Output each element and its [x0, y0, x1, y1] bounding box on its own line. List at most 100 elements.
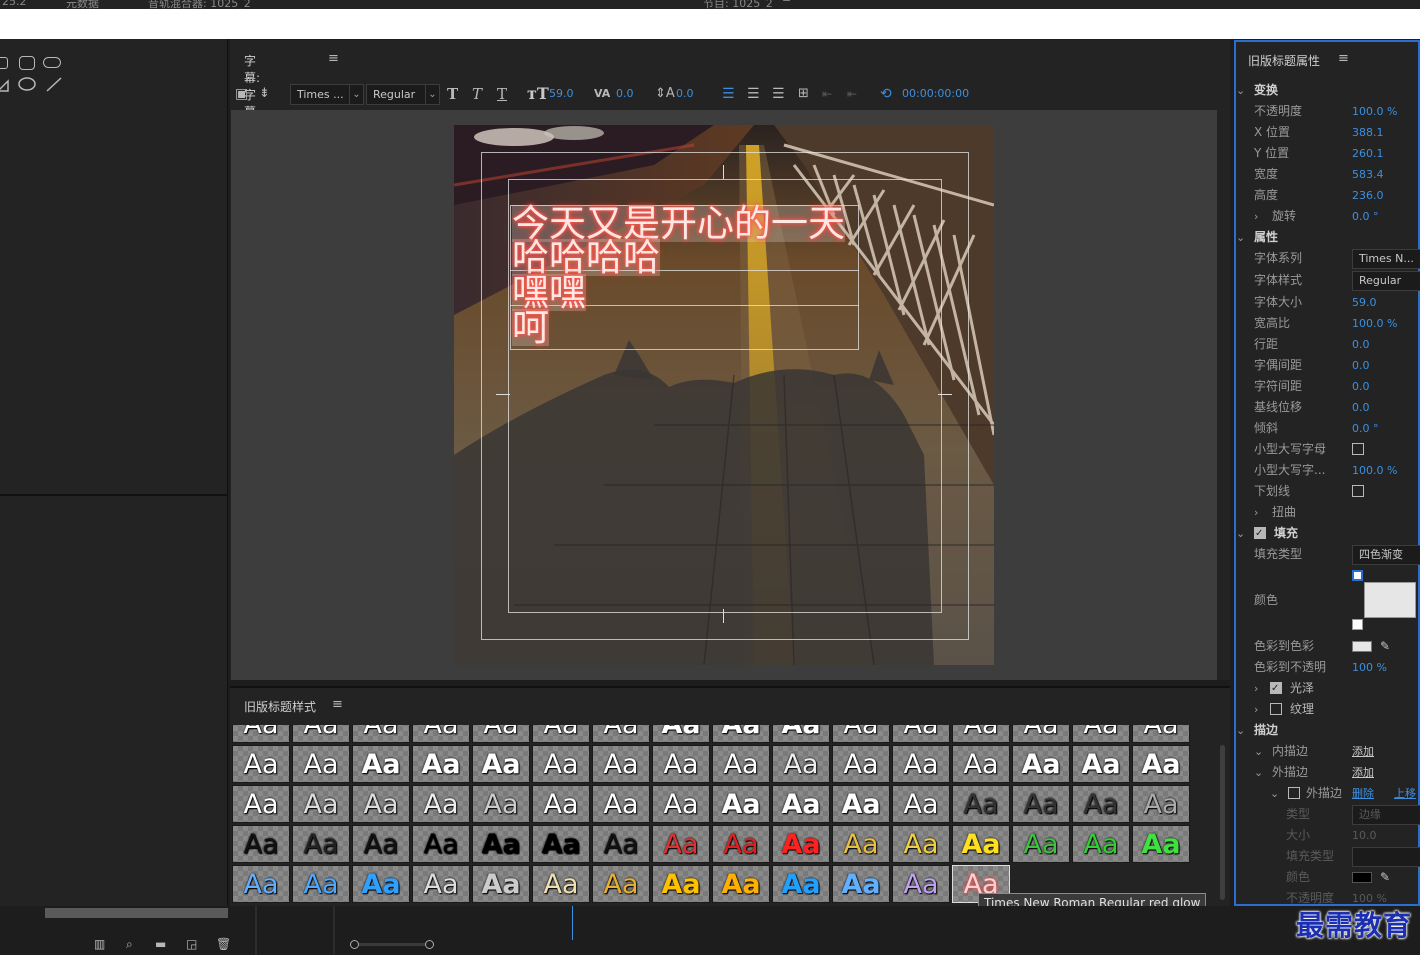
prop-value[interactable]: 260.1	[1352, 143, 1384, 164]
style-swatch[interactable]: Aa	[1132, 745, 1190, 783]
style-swatch[interactable]: Aa	[772, 785, 830, 823]
gradient-stop-top-left[interactable]	[1352, 570, 1363, 581]
style-swatch[interactable]: Aa	[952, 785, 1010, 823]
add-outer-stroke-link[interactable]: 添加	[1352, 762, 1374, 783]
style-swatch[interactable]: Aa	[592, 865, 650, 903]
style-swatch[interactable]: Aa	[712, 865, 770, 903]
prop-value[interactable]: 100.0 %	[1352, 313, 1397, 334]
style-swatch[interactable]: Aa	[832, 745, 890, 783]
italic-icon[interactable]: T	[472, 82, 482, 106]
eyedropper-icon[interactable]: ✎	[1380, 867, 1390, 888]
style-swatch[interactable]: Aa	[292, 865, 350, 903]
hamburger-menu-icon[interactable]: ≡	[1338, 51, 1349, 66]
style-swatch[interactable]: Aa	[472, 745, 530, 783]
align-center-icon[interactable]: ☰	[747, 82, 760, 106]
style-swatch[interactable]: Aa	[1132, 785, 1190, 823]
style-swatch[interactable]: Aa	[412, 745, 470, 783]
style-swatch[interactable]: Aa	[952, 725, 1010, 743]
bold-icon[interactable]: T	[447, 82, 458, 106]
playhead-line[interactable]	[572, 906, 573, 940]
style-swatch[interactable]: Aa	[532, 865, 590, 903]
small-caps-checkbox[interactable]	[1352, 443, 1364, 455]
font-size-value[interactable]: 59.0	[549, 82, 574, 106]
style-swatch[interactable]: Aa	[652, 725, 710, 743]
underline-icon[interactable]: T	[497, 82, 507, 106]
move-up-stroke-link[interactable]: 上移	[1394, 783, 1416, 804]
style-swatch[interactable]: Aa	[232, 725, 290, 743]
style-swatch[interactable]: Aa	[1012, 785, 1070, 823]
style-swatch[interactable]: Aa	[472, 865, 530, 903]
align-left-icon[interactable]: ☰	[722, 82, 735, 106]
style-swatch[interactable]: Aa	[1012, 725, 1070, 743]
style-swatch[interactable]: Aa	[1012, 825, 1070, 863]
style-swatch[interactable]: Aa	[532, 785, 590, 823]
style-swatch[interactable]: Aa	[1072, 825, 1130, 863]
hamburger-menu-icon[interactable]: ≡	[328, 51, 339, 66]
style-swatch[interactable]: Aa	[352, 825, 410, 863]
style-swatch[interactable]: Aa	[592, 825, 650, 863]
prop-value[interactable]: 0.0 °	[1352, 418, 1379, 439]
style-swatch[interactable]: Aa	[532, 745, 590, 783]
zoom-handle-right[interactable]	[425, 940, 434, 949]
style-swatch[interactable]: Aa	[592, 745, 650, 783]
style-swatch[interactable]: Aa	[712, 825, 770, 863]
style-swatch[interactable]: Aa	[352, 725, 410, 743]
previous-frame-icon[interactable]: ⇤	[822, 82, 832, 106]
style-swatch[interactable]: Aa	[292, 825, 350, 863]
style-swatch[interactable]: Aa	[712, 725, 770, 743]
style-swatch[interactable]: Aa	[1132, 725, 1190, 743]
style-swatch[interactable]: Aa	[832, 725, 890, 743]
tab-program[interactable]: 节目: 1025_2	[703, 0, 773, 9]
style-swatch[interactable]: Aa	[832, 825, 890, 863]
sheen-checkbox[interactable]	[1270, 678, 1282, 699]
style-swatch[interactable]: Aa	[1132, 825, 1190, 863]
title-text-line-4[interactable]: 呵	[512, 309, 549, 346]
style-swatch[interactable]: Aa	[772, 725, 830, 743]
next-frame-icon[interactable]: ⇤	[847, 82, 857, 106]
gradient-stop-bottom-left[interactable]	[1352, 619, 1363, 630]
style-swatch[interactable]: Aa	[232, 745, 290, 783]
style-swatch[interactable]: Aa	[232, 785, 290, 823]
styles-scrollbar[interactable]	[1220, 745, 1225, 900]
style-swatch[interactable]: Aa	[652, 745, 710, 783]
section-transform[interactable]: ⌄ 变换	[1236, 80, 1420, 101]
zoom-scrollbar[interactable]	[354, 943, 434, 946]
outer-stroke-checkbox[interactable]	[1288, 787, 1300, 799]
style-swatch[interactable]: Aa	[232, 825, 290, 863]
font-family-select[interactable]: Times N...	[1352, 249, 1420, 269]
roll-crawl-icon[interactable]: ▣	[235, 82, 248, 106]
style-swatch[interactable]: Aa	[412, 865, 470, 903]
style-swatch[interactable]: Aa	[1072, 725, 1130, 743]
prop-value[interactable]: 388.1	[1352, 122, 1384, 143]
style-swatch[interactable]: Aa	[892, 865, 950, 903]
prop-value[interactable]: 0.0 °	[1352, 206, 1379, 227]
trash-icon[interactable]: 🗑	[216, 937, 231, 951]
align-right-icon[interactable]: ☰	[772, 82, 785, 106]
delete-stroke-link[interactable]: 删除	[1352, 783, 1374, 804]
four-color-gradient-preview[interactable]	[1364, 582, 1416, 618]
prop-value[interactable]: 100 %	[1352, 657, 1387, 678]
rounded-corner-rect-tool-icon[interactable]	[19, 56, 35, 70]
prop-value[interactable]: 0.0	[1352, 397, 1370, 418]
style-swatch[interactable]: Aa	[592, 725, 650, 743]
style-swatch[interactable]: Aa	[352, 745, 410, 783]
style-swatch[interactable]: Aa	[892, 745, 950, 783]
style-swatch[interactable]: Aa	[352, 865, 410, 903]
style-swatch[interactable]: Aa	[532, 725, 590, 743]
shape-tools-row-icon[interactable]	[0, 75, 70, 95]
hamburger-menu-icon[interactable]: ≡	[782, 0, 791, 5]
style-swatch[interactable]: Aa	[232, 865, 290, 903]
prop-rotation[interactable]: › 旋转 0.0 °	[1236, 206, 1420, 227]
add-inner-stroke-link[interactable]: 添加	[1352, 741, 1374, 762]
folder-icon[interactable]: ▬	[155, 937, 166, 951]
tab-settings-icon[interactable]: ⊞	[798, 82, 809, 106]
section-attributes[interactable]: ⌄ 属性	[1236, 227, 1420, 248]
style-swatch[interactable]: Aa	[1072, 785, 1130, 823]
style-swatch[interactable]: Aa	[892, 785, 950, 823]
zoom-handle-left[interactable]	[350, 940, 359, 949]
fill-checkbox[interactable]	[1254, 523, 1266, 544]
search-icon[interactable]: ⌕	[126, 937, 133, 952]
style-swatch[interactable]: Aa	[292, 745, 350, 783]
style-swatch[interactable]: Aa	[952, 825, 1010, 863]
style-swatch[interactable]: Aa	[712, 785, 770, 823]
